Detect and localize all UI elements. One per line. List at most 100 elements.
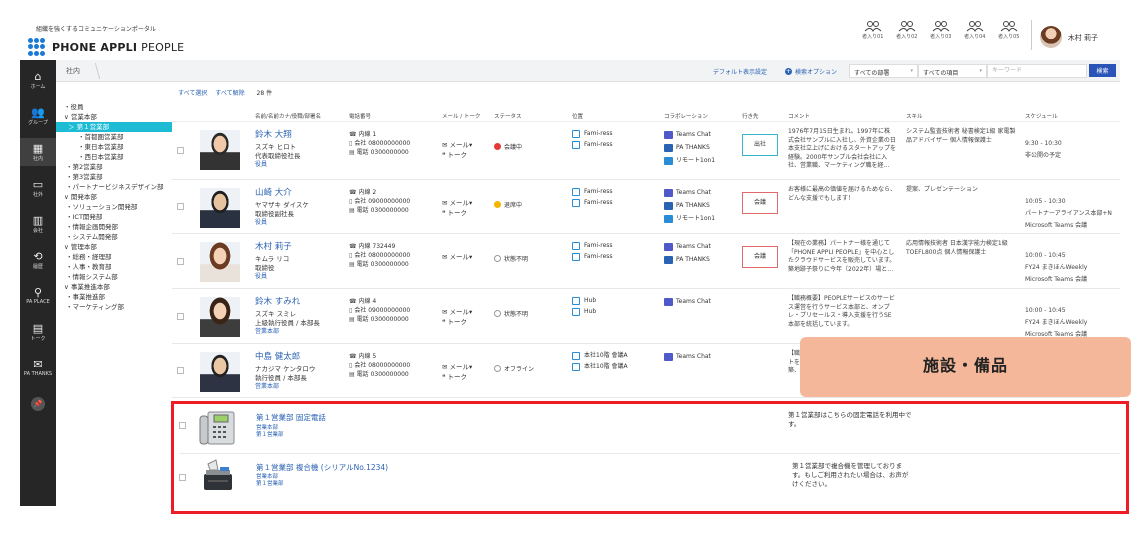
collab-item[interactable]: PA THANKS [664, 253, 711, 266]
tree-node[interactable]: ＞ 第１営業部 [56, 122, 172, 132]
phone-line[interactable]: ▤ 電話 0300000000 [349, 315, 410, 324]
col-dest[interactable]: 行き先 [742, 112, 759, 120]
phone-line[interactable]: ☎ 内線 4 [349, 297, 410, 306]
destination-badge[interactable]: 会議 [742, 192, 778, 214]
mail-link[interactable]: ✉ メール▾ [442, 307, 472, 317]
tree-node[interactable]: ∨ 開発本部 [56, 192, 172, 202]
talk-link[interactable]: ❝ トーク [442, 150, 472, 160]
phone-line[interactable]: ▤ 電話 0300000000 [349, 260, 410, 269]
default-view-link[interactable]: デフォルト表示設定 [713, 67, 767, 76]
collab-item[interactable]: Teams Chat [664, 128, 715, 141]
location-item[interactable]: 本社10階 會議A [572, 350, 628, 361]
phone-line[interactable]: ☎ 内線 1 [349, 130, 410, 139]
people-slot[interactable]: 者入り02 [891, 20, 923, 40]
people-slot[interactable]: 者入り03 [925, 20, 957, 40]
collab-item[interactable]: PA THANKS [664, 199, 715, 212]
collab-item[interactable]: Teams Chat [664, 295, 711, 308]
phone-line[interactable]: ▯ 会社 08000000000 [349, 139, 410, 148]
phone-line[interactable]: ▤ 電話 0300000000 [349, 206, 410, 215]
location-item[interactable]: Fami-ress [572, 240, 613, 251]
facility-dept-line[interactable]: 営業本部 [256, 425, 284, 432]
tree-node[interactable]: ・情報システム部 [56, 272, 172, 282]
col-skill[interactable]: スキル [906, 112, 923, 120]
people-slot[interactable]: 者入り05 [993, 20, 1025, 40]
mail-link[interactable]: ✉ メール▾ [442, 362, 472, 372]
person-name[interactable]: 中島 健太郎 [255, 350, 300, 362]
col-name[interactable]: 名前/名前カナ/役職/部署名 [255, 112, 321, 120]
nav-item-home[interactable]: ⌂ ホーム [20, 66, 56, 94]
phone-line[interactable]: ▯ 会社 09000000000 [349, 197, 410, 206]
nav-item-talk[interactable]: ▤ トーク [20, 318, 56, 346]
facility-name[interactable]: 第１営業部 固定電話 [256, 412, 326, 423]
facility-dept-line[interactable]: 第１営業部 [256, 432, 284, 439]
facility-dept-line[interactable]: 第１営業部 [256, 481, 284, 488]
collab-item[interactable]: Teams Chat [664, 186, 715, 199]
schedule-line[interactable]: 非公開の予定 [1025, 150, 1117, 162]
people-slot[interactable]: 者入り01 [857, 20, 889, 40]
table-row[interactable]: 鈴木 大翔 スズキ ヒロト 代表取締役社長 役員 ☎ 内線 1 ▯ 会社 0800000000… [172, 122, 1120, 180]
col-mail[interactable]: メール / トーク [442, 112, 480, 120]
person-photo[interactable] [200, 130, 240, 170]
tree-node[interactable]: ・パートナービジネスデザイン部 [56, 182, 172, 192]
tree-node[interactable]: ・役員 [56, 102, 172, 112]
location-item[interactable]: Hub [572, 306, 596, 317]
person-dept[interactable]: 役員 [255, 159, 267, 168]
collab-item[interactable]: リモート1on1 [664, 212, 715, 225]
tree-node[interactable]: ・首都圏営業部 [56, 132, 172, 142]
schedule-line[interactable]: FY24 まきほんWeekly [1025, 262, 1117, 274]
location-item[interactable]: Fami-ress [572, 251, 613, 262]
row-checkbox[interactable] [177, 258, 184, 265]
nav-item-group[interactable]: 👥 グループ [20, 102, 56, 130]
select-all-link[interactable]: すべて選択 [178, 90, 207, 97]
search-button[interactable]: 検索 [1089, 64, 1116, 77]
mail-link[interactable]: ✉ メール▾ [442, 252, 472, 262]
tree-node[interactable]: ・ソリューション開発部 [56, 202, 172, 212]
tree-node[interactable]: ・人事・教育部 [56, 262, 172, 272]
department-select[interactable]: すべての部署 ▾ [849, 64, 918, 78]
tree-node[interactable]: ・マーケティング部 [56, 302, 172, 312]
tree-node[interactable]: ・西日本営業部 [56, 152, 172, 162]
person-photo[interactable] [200, 297, 240, 337]
location-item[interactable]: Fami-ress [572, 186, 613, 197]
location-item[interactable]: Fami-ress [572, 128, 613, 139]
tree-node[interactable]: ・総務・経理部 [56, 252, 172, 262]
nav-pin-button[interactable]: 📌 [20, 390, 56, 418]
mail-link[interactable]: ✉ メール▾ [442, 198, 472, 208]
col-schedule[interactable]: スケジュール [1025, 112, 1058, 120]
tree-node[interactable]: ・情報企画開発部 [56, 222, 172, 232]
search-option-link[interactable]: + 検索オプション [785, 67, 837, 76]
talk-link[interactable]: ❝ トーク [442, 317, 472, 327]
person-name[interactable]: 木村 莉子 [255, 240, 292, 252]
phone-line[interactable]: ☎ 内線 732449 [349, 242, 410, 251]
phone-line[interactable]: ▤ 電話 0300000000 [349, 148, 410, 157]
person-name[interactable]: 鈴木 すみれ [255, 295, 300, 307]
phone-line[interactable]: ▯ 会社 08000000000 [349, 251, 410, 260]
person-name[interactable]: 山崎 大介 [255, 186, 292, 198]
tree-node[interactable]: ∨ 営業本部 [56, 112, 172, 122]
tree-node[interactable]: ・システム開発部 [56, 232, 172, 242]
nav-item-card[interactable]: ▭ 社外 [20, 174, 56, 202]
person-photo[interactable] [200, 188, 240, 228]
destination-badge[interactable]: 出社 [742, 134, 778, 156]
collab-item[interactable]: Teams Chat [664, 240, 711, 253]
phone-line[interactable]: ▤ 電話 0300000000 [349, 370, 410, 379]
nav-item-building[interactable]: ▦ 社内 [20, 138, 56, 166]
location-item[interactable]: Hub [572, 295, 596, 306]
row-checkbox[interactable] [179, 422, 186, 429]
table-row[interactable]: 山崎 大介 ヤマザキ ダイスケ 取締役副社長 役員 ☎ 内線 2 ▯ 会社 090000000… [172, 180, 1120, 234]
tree-node[interactable]: ・第3営業部 [56, 172, 172, 182]
location-item[interactable]: 本社10階 會議A [572, 361, 628, 372]
schedule-line[interactable]: FY24 まきほんWeekly [1025, 317, 1117, 329]
talk-link[interactable]: ❝ トーク [442, 372, 472, 382]
facility-dept-line[interactable]: 営業本部 [256, 474, 284, 481]
nav-item-thanks[interactable]: ✉ PA THANKS [20, 354, 56, 382]
schedule-line[interactable]: パートナーアライアンス本部+N [1025, 208, 1117, 220]
col-status[interactable]: ステータス [494, 112, 522, 120]
breadcrumb[interactable]: 社内 [66, 66, 80, 76]
collab-item[interactable]: Teams Chat [664, 350, 711, 363]
nav-item-history[interactable]: ⟲ 履歴 [20, 246, 56, 274]
table-row[interactable]: 鈴木 すみれ スズキ スミレ 上級執行役員 / 本部長 営業本部 ☎ 内線 4 ▯ 会社 09… [172, 289, 1120, 344]
person-dept[interactable]: 役員 [255, 271, 267, 280]
keyword-input[interactable] [987, 64, 1087, 78]
collab-item[interactable]: リモート1on1 [664, 154, 715, 167]
